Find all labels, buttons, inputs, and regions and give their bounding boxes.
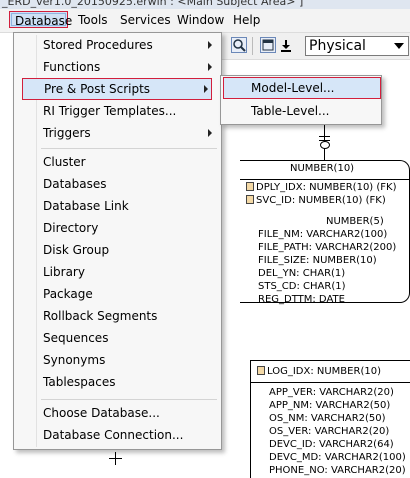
- menu-item-cluster[interactable]: Cluster: [14, 151, 221, 173]
- entity-divider: [240, 179, 410, 180]
- menu-item-directory[interactable]: Directory: [14, 217, 221, 239]
- toolbar-separator: [252, 37, 253, 55]
- menu-separator: [41, 148, 217, 149]
- entity-log[interactable]: LOG_IDX: NUMBER(10) APP_VER: VARCHAR2(20…: [250, 360, 410, 478]
- menu-item-library[interactable]: Library: [14, 261, 221, 283]
- menu-separator: [41, 399, 217, 400]
- entity-divider: [251, 382, 410, 383]
- entity-file[interactable]: NUMBER(10) DPLY_IDX: NUMBER(10) (FK) SVC…: [240, 160, 410, 305]
- menu-item-ri-trigger-templates[interactable]: RI Trigger Templates...: [14, 100, 221, 122]
- entity-row: APP_VER: VARCHAR2(20): [269, 387, 394, 398]
- entity-row: FILE_NM: VARCHAR2(100): [258, 229, 388, 240]
- key-icon: [246, 182, 254, 191]
- menu-item-database-connection[interactable]: Database Connection...: [14, 424, 221, 446]
- toolbar: Physical: [222, 33, 410, 60]
- menu-item-sequences[interactable]: Sequences: [14, 327, 221, 349]
- menu-item-pre-post-scripts[interactable]: Pre & Post Scripts: [22, 78, 212, 100]
- database-menu: Stored Procedures Functions Pre & Post S…: [13, 32, 222, 450]
- relationship-endpoint: [320, 141, 330, 149]
- chevron-right-icon: [208, 41, 212, 49]
- submenu-item-model-level[interactable]: Model-Level...: [223, 77, 381, 99]
- submenu-item-table-level[interactable]: Table-Level...: [221, 100, 381, 122]
- view-mode-select[interactable]: Physical: [305, 36, 409, 56]
- window-title: _ERD_ver1.0_20150925.erwin : <Main Subje…: [2, 0, 304, 8]
- menu-item-tablespaces[interactable]: Tablespaces: [14, 371, 221, 393]
- menu-tools[interactable]: Tools: [78, 13, 108, 27]
- menubar: Database Tools Services Window Help: [0, 9, 410, 33]
- crosshair-cursor-icon: [115, 452, 116, 465]
- entity-row: REG_DTTM: DATE: [258, 294, 345, 305]
- menu-item-triggers[interactable]: Triggers: [14, 122, 221, 144]
- menu-item-choose-database[interactable]: Choose Database...: [14, 402, 221, 424]
- menu-item-functions[interactable]: Functions: [14, 56, 221, 78]
- menu-item-package[interactable]: Package: [14, 283, 221, 305]
- chevron-right-icon: [204, 85, 208, 93]
- window-titlebar: _ERD_ver1.0_20150925.erwin : <Main Subje…: [0, 0, 410, 9]
- entity-row: APP_NM: VARCHAR2(50): [269, 400, 391, 411]
- menu-item-databases[interactable]: Databases: [14, 173, 221, 195]
- entity-row: DEVC_MD: VARCHAR2(100): [269, 452, 406, 463]
- menu-help[interactable]: Help: [233, 13, 260, 27]
- key-icon: [257, 366, 265, 375]
- menu-item-synonyms[interactable]: Synonyms: [14, 349, 221, 371]
- menu-item-disk-group[interactable]: Disk Group: [14, 239, 221, 261]
- layout-icon[interactable]: [260, 37, 276, 53]
- entity-fk-row: DPLY_IDX: NUMBER(10) (FK): [246, 182, 397, 193]
- menu-database[interactable]: Database: [9, 11, 72, 28]
- scripts-submenu: Model-Level... Table-Level...: [220, 75, 382, 125]
- entity-fk-row: SVC_ID: NUMBER(10) (FK): [246, 195, 386, 206]
- entity-row: OS_NM: VARCHAR2(50): [269, 413, 386, 424]
- chevron-down-icon: [394, 43, 404, 49]
- entity-row: FILE_SIZE: NUMBER(10): [258, 255, 377, 266]
- menu-item-stored-procedures[interactable]: Stored Procedures: [14, 34, 221, 56]
- menu-services[interactable]: Services: [120, 13, 171, 27]
- entity-row: FILE_PATH: VARCHAR2(200): [258, 242, 397, 253]
- menu-item-rollback-segments[interactable]: Rollback Segments: [14, 305, 221, 327]
- entity-pk-row: LOG_IDX: NUMBER(10): [257, 366, 381, 377]
- chevron-right-icon: [208, 129, 212, 137]
- key-icon: [246, 195, 254, 204]
- zoom-icon[interactable]: [231, 37, 247, 53]
- view-mode-value: Physical: [309, 38, 366, 54]
- menu-item-database-link[interactable]: Database Link: [14, 195, 221, 217]
- menu-window[interactable]: Window: [177, 13, 224, 27]
- entity-row: DEL_YN: CHAR(1): [258, 268, 346, 279]
- chevron-right-icon: [208, 63, 212, 71]
- entity-row: STS_CD: CHAR(1): [258, 281, 346, 292]
- entity-partial-row: NUMBER(5): [326, 216, 384, 227]
- relationship-marker: [319, 136, 330, 137]
- entity-row: DEVC_ID: VARCHAR2(64): [269, 439, 394, 450]
- download-icon[interactable]: [280, 39, 292, 56]
- entity-row: PHONE_NO: VARCHAR2(20): [269, 465, 406, 476]
- entity-partial-header: NUMBER(10): [290, 163, 355, 174]
- entity-row: OS_VER: VARCHAR2(20): [269, 426, 390, 437]
